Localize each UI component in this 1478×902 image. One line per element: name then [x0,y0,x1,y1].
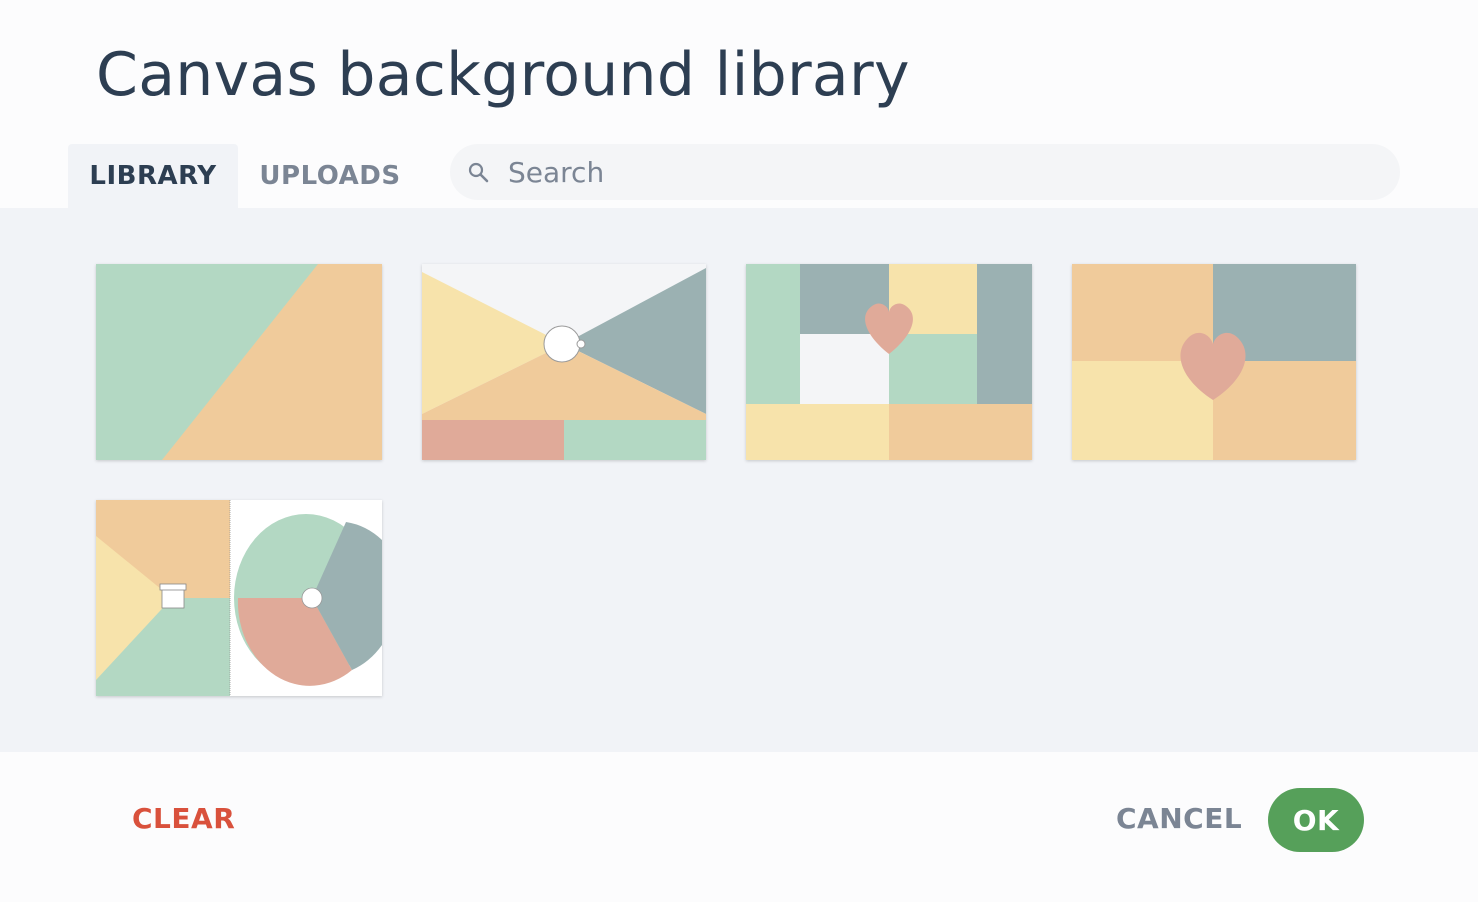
search-input[interactable] [506,154,1370,190]
background-grid [0,208,1478,752]
search-icon [468,162,489,183]
bowtie-image [422,264,706,460]
search-bar [450,144,1400,200]
diagonal-split-image [96,264,382,460]
background-thumb-diagonal-split[interactable] [96,264,382,460]
tab-library[interactable]: LIBRARY [68,144,238,208]
clear-button[interactable]: CLEAR [132,802,235,835]
heart-grid-image [746,264,1032,460]
gift-wheel-image [96,500,382,696]
background-thumb-heart-quadrants[interactable] [1072,264,1356,460]
background-library-dialog: Canvas background library LIBRARY UPLOAD… [0,0,1478,902]
cancel-button[interactable]: CANCEL [1116,802,1242,835]
tab-bar: LIBRARY UPLOADS [68,144,422,208]
tab-uploads[interactable]: UPLOADS [238,144,422,208]
background-thumb-bowtie[interactable] [422,264,706,460]
heart-quadrants-image [1072,264,1356,460]
dialog-title: Canvas background library [96,40,910,110]
ok-button[interactable]: OK [1268,788,1364,852]
background-thumb-heart-grid[interactable] [746,264,1032,460]
background-thumb-gift-wheel[interactable] [96,500,382,696]
